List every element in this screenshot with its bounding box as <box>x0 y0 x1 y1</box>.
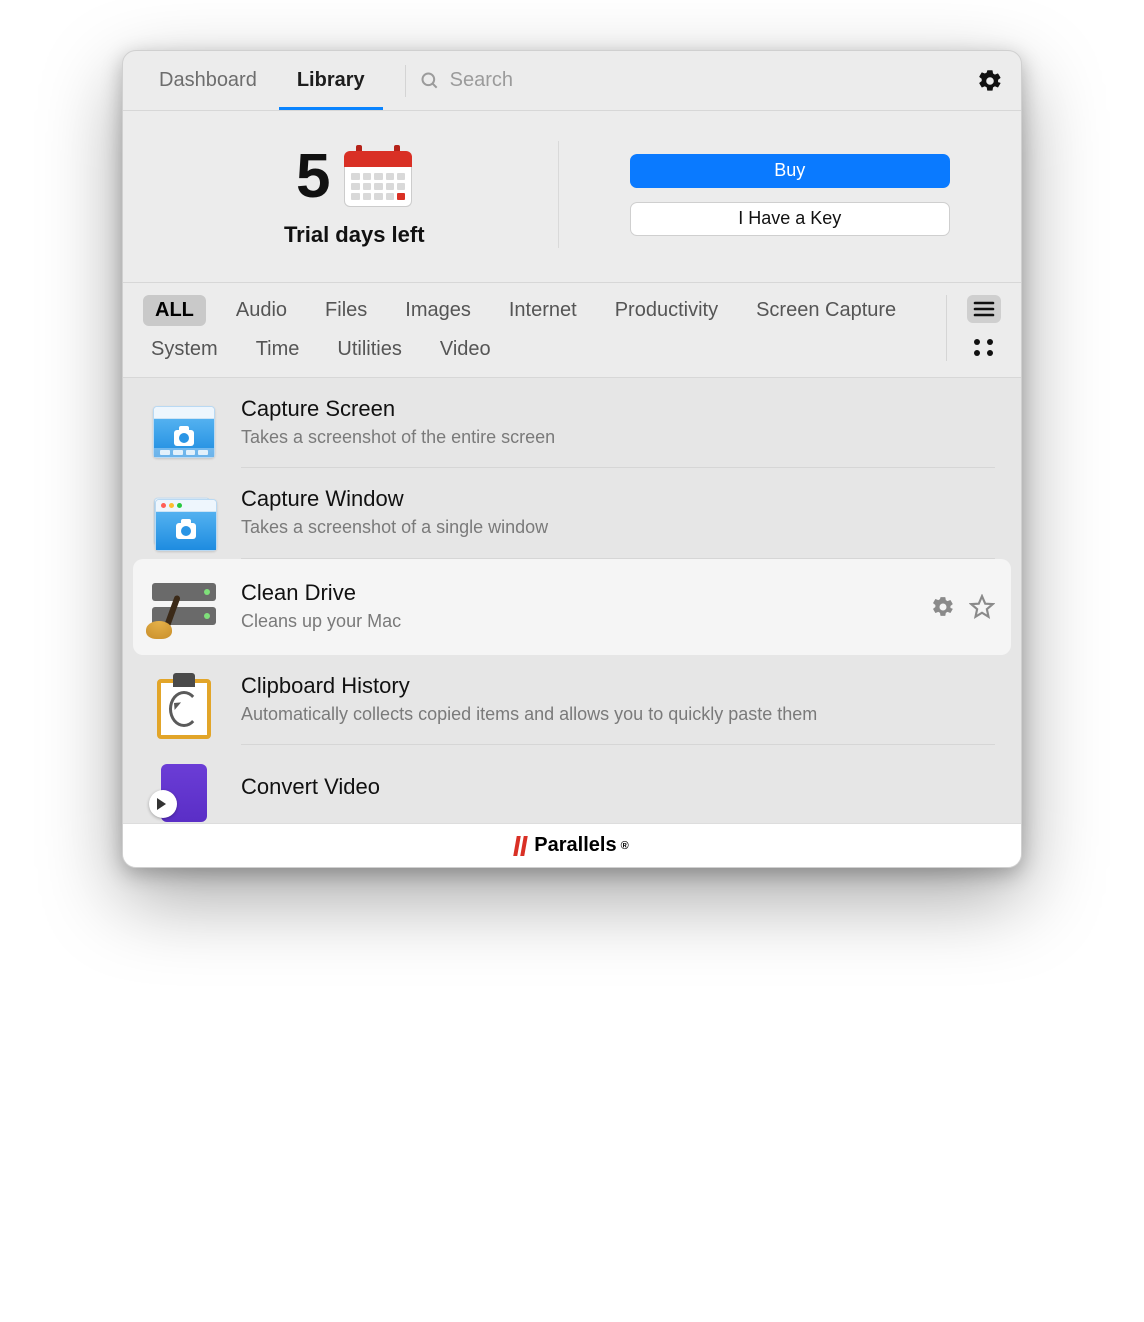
tool-capture-screen[interactable]: Capture Screen Takes a screenshot of the… <box>123 378 1021 468</box>
filter-tags: ALL Audio Files Images Internet Producti… <box>143 295 928 365</box>
filter-internet[interactable]: Internet <box>501 295 585 326</box>
registered-mark: ® <box>621 840 629 852</box>
clipboard-icon <box>149 679 219 739</box>
filter-audio[interactable]: Audio <box>228 295 295 326</box>
filter-bar: ALL Audio Files Images Internet Producti… <box>123 283 1021 378</box>
trial-days-label: Trial days left <box>284 222 425 248</box>
filter-files[interactable]: Files <box>317 295 375 326</box>
footer-brand: Parallels ® <box>123 823 1021 867</box>
tool-desc: Takes a screenshot of the entire screen <box>241 426 995 449</box>
search-input[interactable] <box>450 69 973 92</box>
tool-list: Capture Screen Takes a screenshot of the… <box>123 378 1021 823</box>
tool-clean-drive[interactable]: Clean Drive Cleans up your Mac <box>133 559 1011 655</box>
list-icon <box>973 300 995 318</box>
capture-window-icon <box>149 493 219 553</box>
filter-images[interactable]: Images <box>397 295 479 326</box>
tool-actions <box>931 594 995 620</box>
tool-title: Convert Video <box>241 774 995 800</box>
trial-info: 5 Trial days left <box>151 141 559 248</box>
tool-capture-window[interactable]: Capture Window Takes a screenshot of a s… <box>123 468 1021 558</box>
tool-desc: Cleans up your Mac <box>241 610 909 633</box>
tool-title: Capture Window <box>241 486 995 512</box>
tool-convert-video[interactable]: Convert Video <box>123 745 1021 823</box>
filter-all[interactable]: ALL <box>143 295 206 326</box>
filter-time[interactable]: Time <box>248 334 308 365</box>
top-bar: Dashboard Library <box>123 51 1021 111</box>
filter-screen-capture[interactable]: Screen Capture <box>748 295 904 326</box>
buy-button[interactable]: Buy <box>630 154 950 188</box>
tool-settings-icon[interactable] <box>931 595 955 619</box>
divider <box>405 65 406 97</box>
tab-library[interactable]: Library <box>279 52 383 110</box>
tool-clipboard-history[interactable]: Clipboard History Automatically collects… <box>123 655 1021 745</box>
trial-panel: 5 Trial days left Buy I Have a Key <box>123 111 1021 283</box>
tool-title: Capture Screen <box>241 396 995 422</box>
filter-utilities[interactable]: Utilities <box>329 334 409 365</box>
tool-desc: Takes a screenshot of a single window <box>241 516 995 539</box>
clean-drive-icon <box>149 577 219 637</box>
view-toggles <box>946 295 1001 361</box>
trial-actions: Buy I Have a Key <box>559 141 994 248</box>
have-key-button[interactable]: I Have a Key <box>630 202 950 236</box>
capture-screen-icon <box>149 402 219 462</box>
trial-days-count: 5 <box>296 141 330 212</box>
tab-dashboard[interactable]: Dashboard <box>141 52 275 110</box>
video-icon <box>149 763 219 823</box>
calendar-icon <box>344 147 412 207</box>
filter-video[interactable]: Video <box>432 334 499 365</box>
tool-desc: Automatically collects copied items and … <box>241 703 995 726</box>
grid-icon <box>974 339 994 356</box>
favorite-star-icon[interactable] <box>969 594 995 620</box>
tool-title: Clipboard History <box>241 673 995 699</box>
grid-view-button[interactable] <box>967 333 1001 361</box>
app-window: Dashboard Library 5 <box>122 50 1022 868</box>
settings-icon[interactable] <box>977 68 1003 94</box>
search-box[interactable] <box>420 69 973 92</box>
tool-title: Clean Drive <box>241 580 909 606</box>
filter-system[interactable]: System <box>143 334 226 365</box>
filter-productivity[interactable]: Productivity <box>607 295 726 326</box>
list-view-button[interactable] <box>967 295 1001 323</box>
parallels-logo-icon <box>515 836 526 856</box>
brand-name: Parallels <box>534 834 616 857</box>
search-icon <box>420 71 440 91</box>
